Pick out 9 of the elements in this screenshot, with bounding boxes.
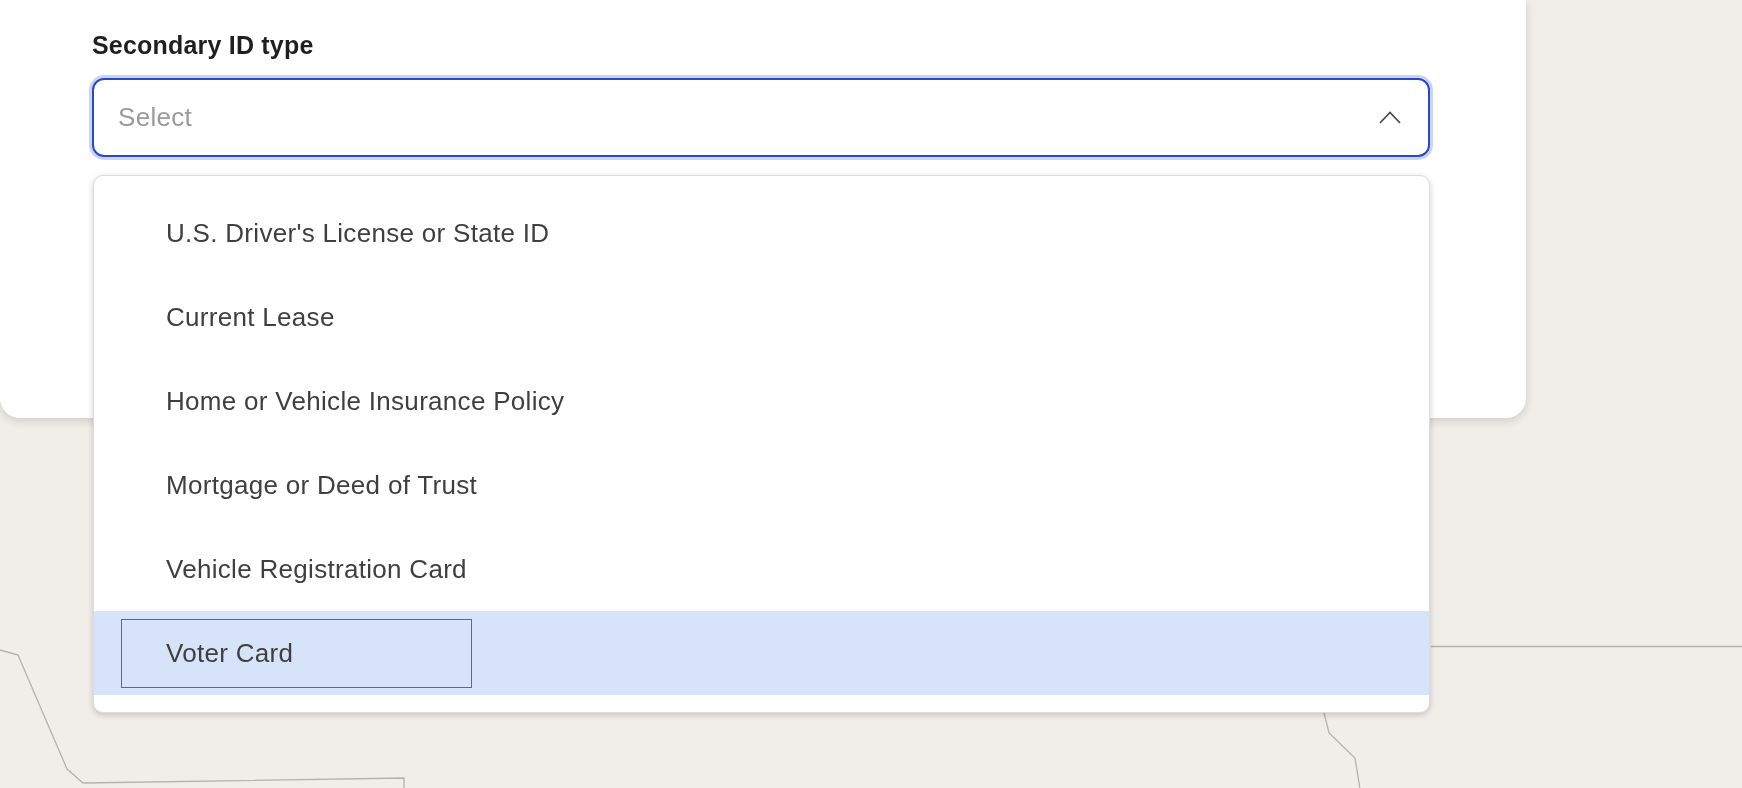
dropdown-option[interactable]: Current Lease	[94, 275, 1429, 359]
select-field[interactable]: Select	[92, 78, 1430, 157]
dropdown-option[interactable]: Vehicle Registration Card	[94, 527, 1429, 611]
dropdown-option[interactable]: Home or Vehicle Insurance Policy	[94, 359, 1429, 443]
dropdown-option[interactable]: Mortgage or Deed of Trust	[94, 443, 1429, 527]
chevron-up-icon	[1379, 111, 1401, 124]
dropdown-option[interactable]: Voter Card	[94, 611, 1429, 695]
dropdown-option[interactable]: U.S. Driver's License or State ID	[94, 191, 1429, 275]
field-label: Secondary ID type	[92, 31, 314, 59]
